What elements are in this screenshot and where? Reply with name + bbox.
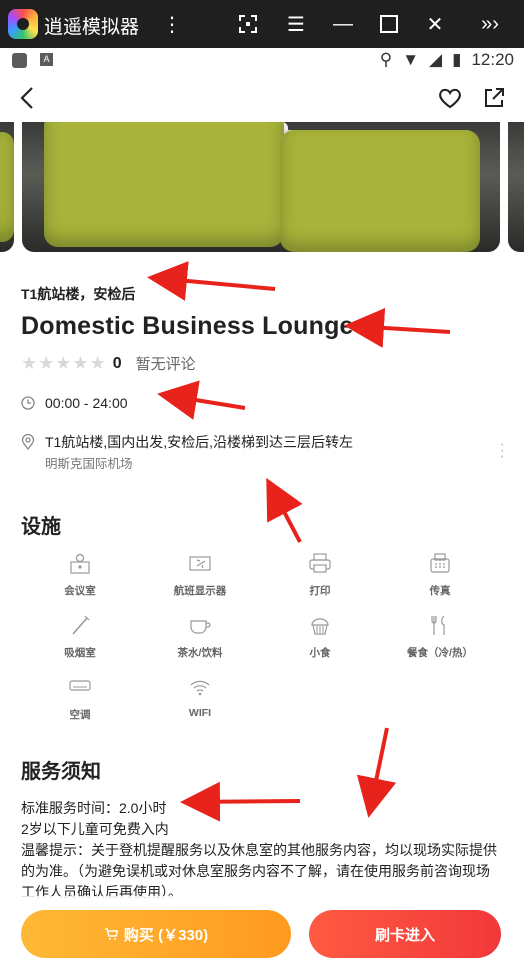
annotation-arrows [147, 261, 451, 822]
annotation-arrow [344, 307, 451, 348]
annotation-arrow [147, 261, 276, 301]
annotation-arrow [266, 477, 303, 543]
annotation-arrow [356, 727, 397, 818]
annotation-arrow [180, 781, 301, 822]
annotation-arrow [157, 380, 246, 420]
